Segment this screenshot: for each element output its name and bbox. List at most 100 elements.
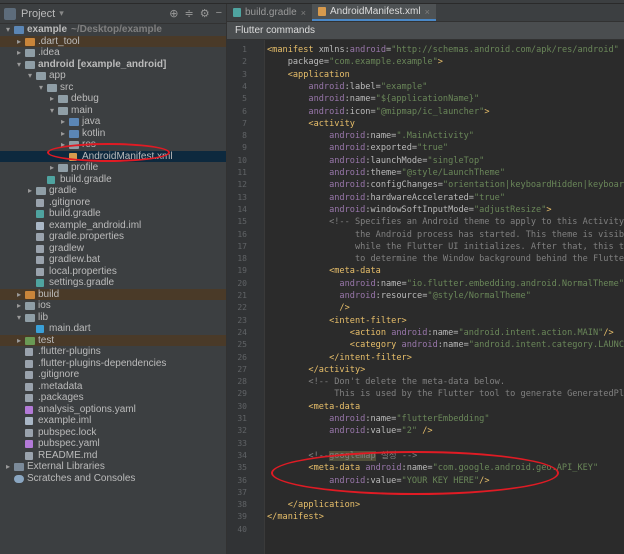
chevron-right-icon[interactable]: ▸ xyxy=(59,116,67,128)
code-line[interactable]: android:theme="@style/LaunchTheme" xyxy=(267,167,505,179)
code-line[interactable]: android:hardwareAccelerated="true" xyxy=(267,192,505,204)
tree-item[interactable]: ▾ lib xyxy=(0,312,226,324)
close-icon[interactable]: × xyxy=(301,8,306,18)
chevron-right-icon[interactable]: ▸ xyxy=(59,128,67,140)
code-line[interactable]: <meta-data xyxy=(267,401,360,413)
chevron-right-icon[interactable]: ▸ xyxy=(15,335,23,347)
code-line[interactable]: <!-- Don't delete the meta-data below. xyxy=(267,376,505,388)
code-line[interactable]: android:value="2" /> xyxy=(267,425,433,437)
chevron-right-icon[interactable]: ▸ xyxy=(59,139,67,151)
tree-item[interactable]: ▾ app xyxy=(0,70,226,82)
code-line[interactable]: <category android:name="android.intent.c… xyxy=(267,339,624,351)
tree-item[interactable]: .gitignore xyxy=(0,369,226,381)
editor-tab[interactable]: build.gradle × xyxy=(227,4,312,21)
tree-item[interactable]: analysis_options.yaml xyxy=(0,404,226,416)
code-line[interactable]: </manifest> xyxy=(267,511,324,523)
tree-item[interactable]: example_android.iml xyxy=(0,220,226,232)
code-line[interactable]: android:configChanges="orientation|keybo… xyxy=(267,179,624,191)
tree-item[interactable]: AndroidManifest.xml xyxy=(0,150,226,162)
code-content[interactable]: <manifest xmlns:android="http://schemas.… xyxy=(267,40,624,554)
code-line[interactable]: <meta-data xyxy=(267,265,381,277)
code-line[interactable]: android:name="io.flutter.embedding.andro… xyxy=(267,278,624,290)
tree-item[interactable]: ▾ src xyxy=(0,82,226,94)
minimize-icon[interactable]: − xyxy=(216,7,222,20)
tree-item[interactable]: ▾ android [example_android] xyxy=(0,59,226,71)
chevron-right-icon[interactable]: ▸ xyxy=(15,300,23,312)
code-line[interactable]: <!--googlemap 설정 --> xyxy=(267,450,417,462)
chevron-down-icon[interactable]: ▾ xyxy=(59,8,64,19)
code-line[interactable]: This is used by the Flutter tool to gene… xyxy=(267,388,624,400)
code-line[interactable]: android:label="example" xyxy=(267,81,427,93)
code-line[interactable]: to determine the Window background behin… xyxy=(267,253,624,265)
code-line[interactable]: while the Flutter UI initializes. After … xyxy=(267,241,624,253)
tree-item[interactable]: .flutter-plugins xyxy=(0,346,226,358)
code-line[interactable]: android:resource="@style/NormalTheme" xyxy=(267,290,530,302)
code-line[interactable]: android:value="YOUR KEY HERE"/> xyxy=(267,475,489,487)
chevron-right-icon[interactable]: ▸ xyxy=(48,162,56,174)
code-line[interactable]: android:name="flutterEmbedding" xyxy=(267,413,489,425)
tree-item[interactable]: gradle.properties xyxy=(0,231,226,243)
flutter-commands-banner[interactable]: Flutter commands xyxy=(227,22,624,40)
chevron-down-icon[interactable]: ▾ xyxy=(37,82,45,94)
tree-item[interactable]: example.iml xyxy=(0,415,226,427)
project-panel-header[interactable]: Project ▾ ⊕ ≑ ⚙ − xyxy=(0,4,226,24)
code-line[interactable]: android:windowSoftInputMode="adjustResiz… xyxy=(267,204,552,216)
tree-item[interactable]: ▸ build xyxy=(0,288,226,301)
tree-item[interactable]: ▸ debug xyxy=(0,93,226,105)
code-line[interactable]: <activity xyxy=(267,118,355,130)
chevron-down-icon[interactable]: ▾ xyxy=(4,24,12,36)
code-line[interactable]: /> xyxy=(267,302,349,314)
tree-item[interactable]: ▸ .dart_tool xyxy=(0,35,226,48)
chevron-right-icon[interactable]: ▸ xyxy=(15,36,23,48)
code-line[interactable]: </application> xyxy=(267,499,360,511)
tree-item[interactable]: .flutter-plugins-dependencies xyxy=(0,358,226,370)
tree-item[interactable]: gradlew.bat xyxy=(0,254,226,266)
tree-item[interactable]: ▸ java xyxy=(0,116,226,128)
code-line[interactable]: </intent-filter> xyxy=(267,352,412,364)
code-line[interactable]: the Android process has started. This th… xyxy=(267,229,624,241)
tree-item[interactable]: pubspec.yaml xyxy=(0,438,226,450)
tree-item[interactable]: ▸ .idea xyxy=(0,47,226,59)
code-line[interactable]: android:exported="true" xyxy=(267,142,448,154)
tree-item[interactable]: ▸ External Libraries xyxy=(0,461,226,473)
tree-item[interactable]: ▾ main xyxy=(0,105,226,117)
tree-item[interactable]: local.properties xyxy=(0,266,226,278)
chevron-right-icon[interactable]: ▸ xyxy=(26,185,34,197)
code-line[interactable]: android:icon="@mipmap/ic_launcher"> xyxy=(267,106,489,118)
tree-item[interactable]: main.dart xyxy=(0,323,226,335)
tree-item[interactable]: build.gradle xyxy=(0,174,226,186)
tree-item[interactable]: ▸ ios xyxy=(0,300,226,312)
code-line[interactable]: <action android:name="android.intent.act… xyxy=(267,327,614,339)
chevron-right-icon[interactable]: ▸ xyxy=(15,289,23,301)
code-line[interactable]: <intent-filter> xyxy=(267,315,407,327)
chevron-down-icon[interactable]: ▾ xyxy=(15,312,23,324)
locate-icon[interactable]: ⊕ xyxy=(169,7,178,20)
chevron-right-icon[interactable]: ▸ xyxy=(48,93,56,105)
tree-item[interactable]: .gitignore xyxy=(0,197,226,209)
code-line[interactable]: <manifest xmlns:android="http://schemas.… xyxy=(267,44,619,56)
tree-item[interactable]: ▸ profile xyxy=(0,162,226,174)
code-line[interactable]: android:name="${applicationName}" xyxy=(267,93,479,105)
gear-icon[interactable]: ⚙ xyxy=(200,7,210,20)
code-line[interactable]: <application xyxy=(267,69,350,81)
chevron-right-icon[interactable]: ▸ xyxy=(4,461,12,473)
code-line[interactable]: <!-- Specifies an Android theme to apply… xyxy=(267,216,624,228)
collapse-icon[interactable]: ≑ xyxy=(184,7,193,20)
code-line[interactable]: package="com.example.example"> xyxy=(267,56,443,68)
tree-item[interactable]: gradlew xyxy=(0,243,226,255)
tree-item[interactable]: ▸ kotlin xyxy=(0,128,226,140)
chevron-right-icon[interactable]: ▸ xyxy=(15,47,23,59)
code-line[interactable]: android:launchMode="singleTop" xyxy=(267,155,484,167)
tree-item[interactable]: ▸ res xyxy=(0,139,226,151)
tree-item[interactable]: pubspec.lock xyxy=(0,427,226,439)
code-line[interactable]: </activity> xyxy=(267,364,365,376)
tree-item[interactable]: README.md xyxy=(0,450,226,462)
close-icon[interactable]: × xyxy=(425,7,430,17)
tree-item[interactable]: ▾ example ~/Desktop/example xyxy=(0,24,226,36)
code-line[interactable]: <meta-data android:name="com.google.andr… xyxy=(267,462,598,474)
tree-item[interactable]: ▸ test xyxy=(0,334,226,347)
chevron-down-icon[interactable]: ▾ xyxy=(48,105,56,117)
chevron-down-icon[interactable]: ▾ xyxy=(15,59,23,71)
tree-item[interactable]: .metadata xyxy=(0,381,226,393)
tree-item[interactable]: settings.gradle xyxy=(0,277,226,289)
